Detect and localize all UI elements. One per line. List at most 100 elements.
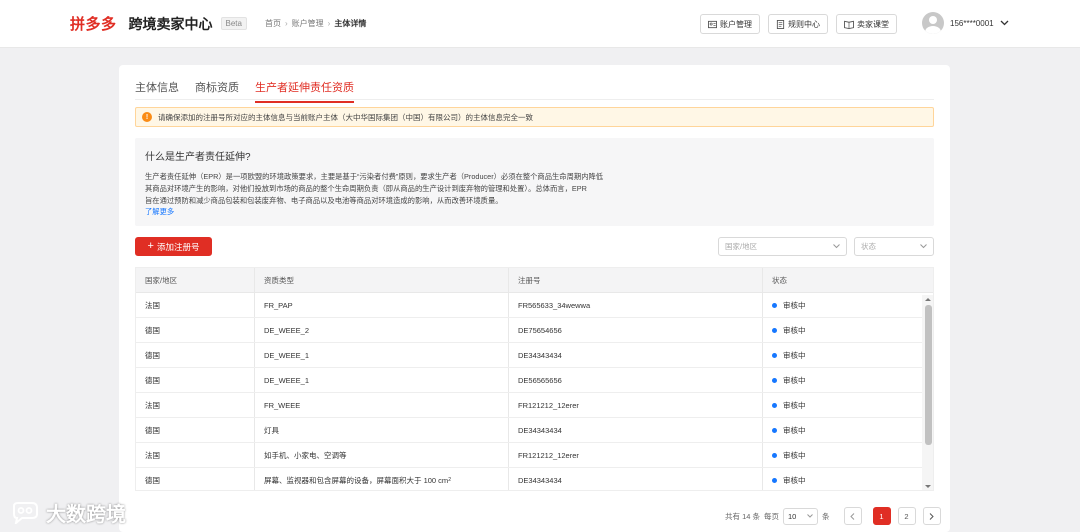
tab-divider <box>135 99 934 100</box>
info-line: 旨在通过预防和减少商品包装和包装废弃物、电子商品以及电池等商品对环境造成的影响，… <box>145 196 503 205</box>
cell-type: 如手机、小家电、空调等 <box>255 443 509 467</box>
cell-type: FR_WEEE <box>255 393 509 417</box>
plus-icon: + <box>147 240 154 252</box>
top-bar: 拼多多 跨境卖家中心 Beta 首页 › 账户管理 › 主体详情 账户管理 规则… <box>0 0 1080 48</box>
cell-status: 审核中 <box>763 443 923 467</box>
table-row[interactable]: 德国 屏幕、监视器和包含屏幕的设备，屏幕面积大于 100 cm 2 DE34343… <box>136 468 933 490</box>
cell-number: DE34343434 <box>509 418 763 442</box>
next-page-button[interactable] <box>922 507 941 525</box>
status-dot <box>772 402 777 408</box>
cell-type: 灯具 <box>255 418 509 442</box>
column-header-region: 国家/地区 <box>136 268 255 292</box>
seller-class-label: 卖家课堂 <box>857 19 889 29</box>
top-actions: 账户管理 规则中心 卖家课堂 <box>700 14 897 34</box>
page-size-value: 10 <box>788 511 797 521</box>
watermark: 大数跨境 <box>10 498 126 527</box>
status-text: 审核中 <box>783 425 806 435</box>
chevron-right-icon: › <box>284 19 288 28</box>
status-dot <box>772 327 777 333</box>
chevron-down-icon <box>1000 20 1009 26</box>
breadcrumb-home[interactable]: 首页 <box>265 18 281 29</box>
registration-table: 国家/地区 资质类型 注册号 状态 法国 FR_PAP FR565633_34w… <box>135 267 934 491</box>
cell-status: 审核中 <box>763 418 923 442</box>
book-icon <box>844 20 854 29</box>
learn-more-link[interactable]: 了解更多 <box>145 207 924 217</box>
region-select[interactable]: 国家/地区 <box>718 237 847 256</box>
table-row[interactable]: 德国 灯具 DE34343434 审核中 <box>136 418 933 443</box>
cell-number: DE34343434 <box>509 468 763 490</box>
cell-type: DE_WEEE_1 <box>255 343 509 367</box>
breadcrumb-account[interactable]: 账户管理 <box>292 18 324 29</box>
alert-text: 请确保添加的注册号所对应的主体信息与当前账户主体（大中华国际集团（中国）有限公司… <box>158 112 533 122</box>
logo[interactable]: 拼多多 <box>70 13 117 34</box>
page-1-button[interactable]: 1 <box>872 507 891 525</box>
table-scrollbar[interactable] <box>922 295 933 490</box>
breadcrumb-current: 主体详情 <box>334 19 367 28</box>
avatar <box>922 12 944 34</box>
column-header-status: 状态 <box>772 275 787 285</box>
app-title: 跨境卖家中心 <box>128 15 213 32</box>
cell-region: 德国 <box>136 318 255 342</box>
cell-region: 德国 <box>136 418 255 442</box>
status-dot <box>772 427 777 433</box>
warning-icon: ! <box>142 112 152 122</box>
status-select-placeholder: 状态 <box>861 242 876 251</box>
cell-status: 审核中 <box>763 318 923 342</box>
table-row[interactable]: 德国 DE_WEEE_1 DE56565656 审核中 <box>136 368 933 393</box>
cell-region: 德国 <box>136 368 255 392</box>
account-icon <box>708 20 717 28</box>
scroll-down-icon[interactable] <box>925 485 931 488</box>
add-registration-button[interactable]: + 添加注册号 <box>135 237 212 256</box>
cell-status: 审核中 <box>763 468 923 490</box>
chevron-down-icon <box>920 244 927 249</box>
table-row[interactable]: 德国 DE_WEEE_2 DE75654656 审核中 <box>136 318 933 343</box>
table-row[interactable]: 德国 DE_WEEE_1 DE34343434 审核中 <box>136 343 933 368</box>
user-menu[interactable]: 156****0001 <box>922 12 1009 34</box>
watermark-text: 大数跨境 <box>46 504 126 526</box>
cell-number: FR121212_12erer <box>509 393 763 417</box>
rule-center-label: 规则中心 <box>788 19 820 29</box>
seller-class-button[interactable]: 卖家课堂 <box>836 14 897 34</box>
beta-badge: Beta <box>220 17 247 30</box>
cell-status: 审核中 <box>763 368 923 392</box>
breadcrumb: 首页 › 账户管理 › 主体详情 <box>265 18 366 29</box>
prev-page-button[interactable] <box>843 507 862 525</box>
main-card: 主体信息 商标资质 生产者延伸责任资质 ! 请确保添加的注册号所对应的主体信息与… <box>119 65 950 532</box>
cell-number: DE75654656 <box>509 318 763 342</box>
scroll-up-icon[interactable] <box>925 298 931 301</box>
info-line: 生产者责任延伸（EPR）是一项欧盟的环境政策要求，主要是基于“污染者付费”原则，… <box>145 172 604 181</box>
column-header-type: 资质类型 <box>255 268 509 292</box>
warning-alert: ! 请确保添加的注册号所对应的主体信息与当前账户主体（大中华国际集团（中国）有限… <box>135 107 934 127</box>
table-row[interactable]: 法国 FR_WEEE FR121212_12erer 审核中 <box>136 393 933 418</box>
region-select-placeholder: 国家/地区 <box>725 242 758 251</box>
watermark-logo-icon <box>13 501 38 524</box>
status-select[interactable]: 状态 <box>854 237 934 256</box>
per-page-unit: 条 <box>822 511 830 521</box>
cell-region: 法国 <box>136 393 255 417</box>
page-size-select[interactable]: 10 <box>783 507 819 525</box>
table-row[interactable]: 法国 FR_PAP FR565633_34wewwa 审核中 <box>136 293 933 318</box>
status-text: 审核中 <box>783 300 806 310</box>
page-2-button[interactable]: 2 <box>897 507 916 525</box>
chevron-down-icon <box>807 514 813 518</box>
chevron-left-icon <box>850 512 855 520</box>
cell-region: 德国 <box>136 343 255 367</box>
chevron-down-icon <box>833 244 840 249</box>
account-management-button[interactable]: 账户管理 <box>700 14 760 34</box>
table-row[interactable]: 法国 如手机、小家电、空调等 FR121212_12erer 审核中 <box>136 443 933 468</box>
status-dot <box>772 352 777 358</box>
scroll-thumb[interactable] <box>925 305 932 445</box>
cell-status: 审核中 <box>763 293 923 317</box>
cell-number: DE56565656 <box>509 368 763 392</box>
chevron-right-icon <box>929 512 934 520</box>
cell-number: DE34343434 <box>509 343 763 367</box>
status-text: 审核中 <box>783 350 806 360</box>
cell-region: 法国 <box>136 443 255 467</box>
user-name: 156****0001 <box>950 18 994 28</box>
status-dot <box>772 302 777 308</box>
epr-info-panel: 什么是生产者责任延伸? 生产者责任延伸（EPR）是一项欧盟的环境政策要求，主要是… <box>135 138 934 226</box>
rule-center-button[interactable]: 规则中心 <box>768 14 828 34</box>
cell-number: FR121212_12erer <box>509 443 763 467</box>
chevron-right-icon: › <box>327 19 331 28</box>
column-header-number: 注册号 <box>509 268 763 292</box>
